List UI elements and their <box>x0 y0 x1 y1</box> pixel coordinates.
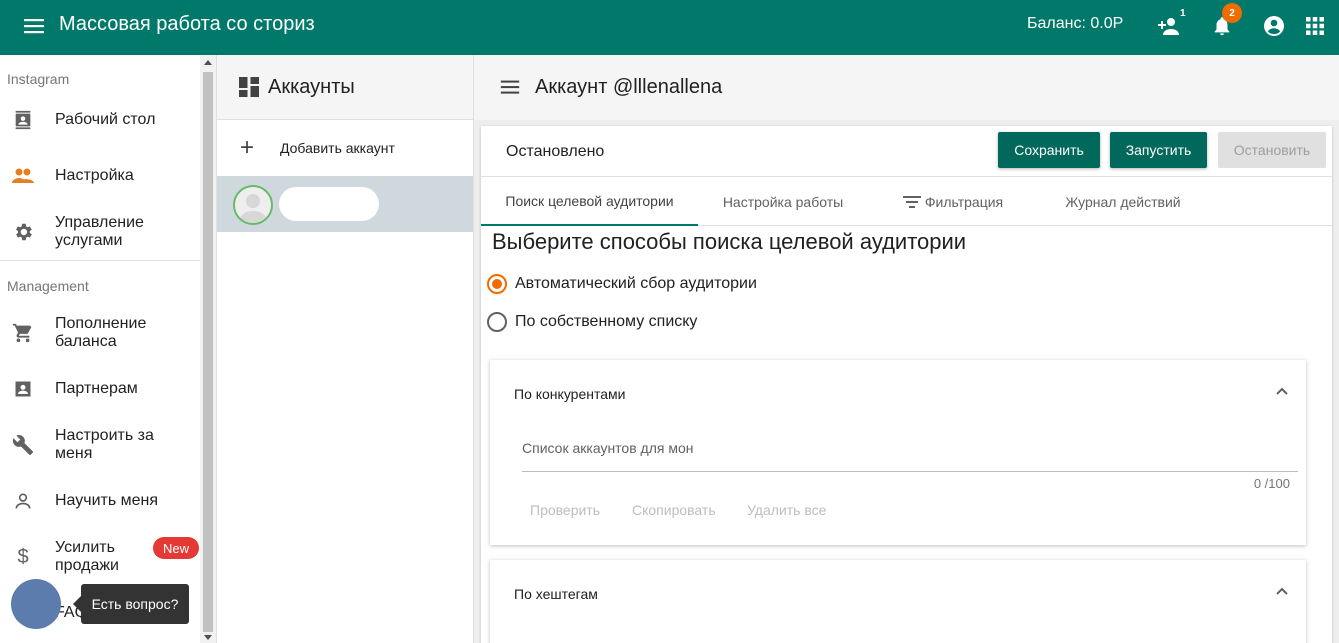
tab-filtering-label: Фильтрация <box>924 194 1004 210</box>
people-icon <box>11 164 35 188</box>
save-button[interactable]: Сохранить <box>998 132 1100 168</box>
add-friend-icon[interactable]: 1 <box>1156 8 1186 40</box>
tab-action-log[interactable]: Журнал действий <box>1038 178 1208 226</box>
competitors-panel: По конкурентами Список аккаунтов для мон… <box>490 360 1306 545</box>
sidebar-divider <box>0 260 200 261</box>
gear-icon <box>11 220 35 244</box>
hashtags-panel: По хештегам <box>490 560 1306 643</box>
chevron-up-icon[interactable] <box>1270 580 1294 604</box>
accounts-list-input[interactable]: Список аккаунтов для мон <box>522 432 1298 472</box>
sidebar-item-dashboard[interactable]: Рабочий стол <box>0 92 200 148</box>
sidebar-item-topup[interactable]: Пополнение баланса <box>0 305 200 361</box>
tab-bar: Поиск целевой аудитории Настройка работы… <box>481 178 1332 226</box>
check-button[interactable]: Проверить <box>530 502 600 518</box>
tab-work-settings[interactable]: Настройка работы <box>698 178 868 226</box>
dashboard-icon <box>239 77 259 97</box>
radio-own-list[interactable] <box>487 312 507 332</box>
sidebar-item-setup-for-me[interactable]: Настроить за меня <box>0 417 200 473</box>
sidebar-item-label: Управление услугами <box>55 214 144 249</box>
dollar-icon: $ <box>17 545 29 568</box>
wrench-icon <box>11 433 35 457</box>
sidebar-item-label: Пополнение баланса <box>55 315 147 350</box>
account-circle-icon[interactable] <box>1260 12 1288 40</box>
badge-icon <box>11 377 35 401</box>
menu-icon[interactable] <box>499 76 521 98</box>
account-title: Аккаунт @lllenallena <box>535 76 723 98</box>
radio-own-list-label: По собственному списку <box>515 313 698 330</box>
filter-icon <box>902 195 921 209</box>
sidebar-item-label: Настройка <box>55 167 134 184</box>
card-toolbar: Остановлено Сохранить Запустить Останови… <box>481 126 1332 177</box>
scroll-down-arrow[interactable] <box>204 635 212 640</box>
accounts-title: Аккаунты <box>268 76 355 98</box>
account-list-item[interactable] <box>217 176 473 232</box>
add-account-button[interactable]: + Добавить аккаунт <box>217 120 473 176</box>
avatar <box>233 185 273 225</box>
radio-auto-collect-label: Автоматический сбор аудитории <box>515 275 757 292</box>
sidebar-section-management: Management <box>7 278 89 294</box>
sidebar-item-teach-me[interactable]: Научить меня <box>0 473 200 529</box>
scroll-up-arrow[interactable] <box>204 60 212 65</box>
hashtags-header: По хештегам <box>514 586 598 602</box>
account-card: Остановлено Сохранить Запустить Останови… <box>481 126 1332 643</box>
sidebar-item-partners[interactable]: Партнерам <box>0 361 200 417</box>
account-name-placeholder <box>279 187 379 221</box>
notification-badge: 2 <box>1222 3 1242 23</box>
contacts-icon <box>11 108 35 132</box>
sidebar-item-services[interactable]: Управление услугами <box>0 204 200 260</box>
accounts-panel: Аккаунты + Добавить аккаунт <box>216 55 474 643</box>
copy-button[interactable]: Скопировать <box>632 502 716 518</box>
plus-icon: + <box>240 134 255 161</box>
sidebar-item-label: Рабочий стол <box>55 111 156 128</box>
tab-filtering[interactable]: Фильтрация <box>868 178 1038 226</box>
sidebar-item-settings[interactable]: Настройка <box>0 148 200 204</box>
sidebar-section-instagram: Instagram <box>7 71 70 87</box>
sidebar-item-label: Научить меня <box>55 492 159 509</box>
main-area: Аккаунт @lllenallena Остановлено Сохрани… <box>474 55 1339 643</box>
apps-grid-icon[interactable] <box>1301 12 1329 40</box>
stop-button[interactable]: Остановить <box>1218 132 1326 168</box>
status-text: Остановлено <box>506 143 605 160</box>
section-title: Выберите способы поиска целевой аудитори… <box>492 229 967 254</box>
start-button[interactable]: Запустить <box>1110 132 1207 168</box>
balance-text[interactable]: Баланс: 0.0Р <box>1027 15 1123 33</box>
sidebar-item-label: Партнерам <box>55 380 138 397</box>
main-header: Аккаунт @lllenallena <box>474 55 1339 120</box>
char-counter: 0 /100 <box>1253 476 1290 491</box>
person-icon <box>11 489 35 513</box>
sidebar-item-label: Настроить за меня <box>55 427 154 462</box>
menu-icon[interactable] <box>22 14 46 38</box>
chat-button[interactable] <box>11 579 61 629</box>
referral-count: 1 <box>1180 8 1186 19</box>
cart-icon <box>11 321 35 345</box>
radio-auto-collect[interactable] <box>487 274 507 294</box>
tab-audience-search[interactable]: Поиск целевой аудитории <box>481 178 698 226</box>
delete-all-button[interactable]: Удалить все <box>747 502 826 518</box>
sidebar-scrollbar[interactable] <box>200 55 216 643</box>
chevron-up-icon[interactable] <box>1270 380 1294 404</box>
competitors-header: По конкурентами <box>514 386 626 402</box>
new-badge: New <box>153 537 199 559</box>
app-title: Массовая работа со сториз <box>59 13 315 35</box>
add-account-label: Добавить аккаунт <box>280 140 395 156</box>
accounts-header: Аккаунты <box>217 55 473 120</box>
top-app-bar: Массовая работа со сториз Баланс: 0.0Р 1… <box>0 0 1339 55</box>
scrollbar-thumb[interactable] <box>203 72 213 632</box>
chat-tooltip: Есть вопрос? <box>73 584 189 624</box>
